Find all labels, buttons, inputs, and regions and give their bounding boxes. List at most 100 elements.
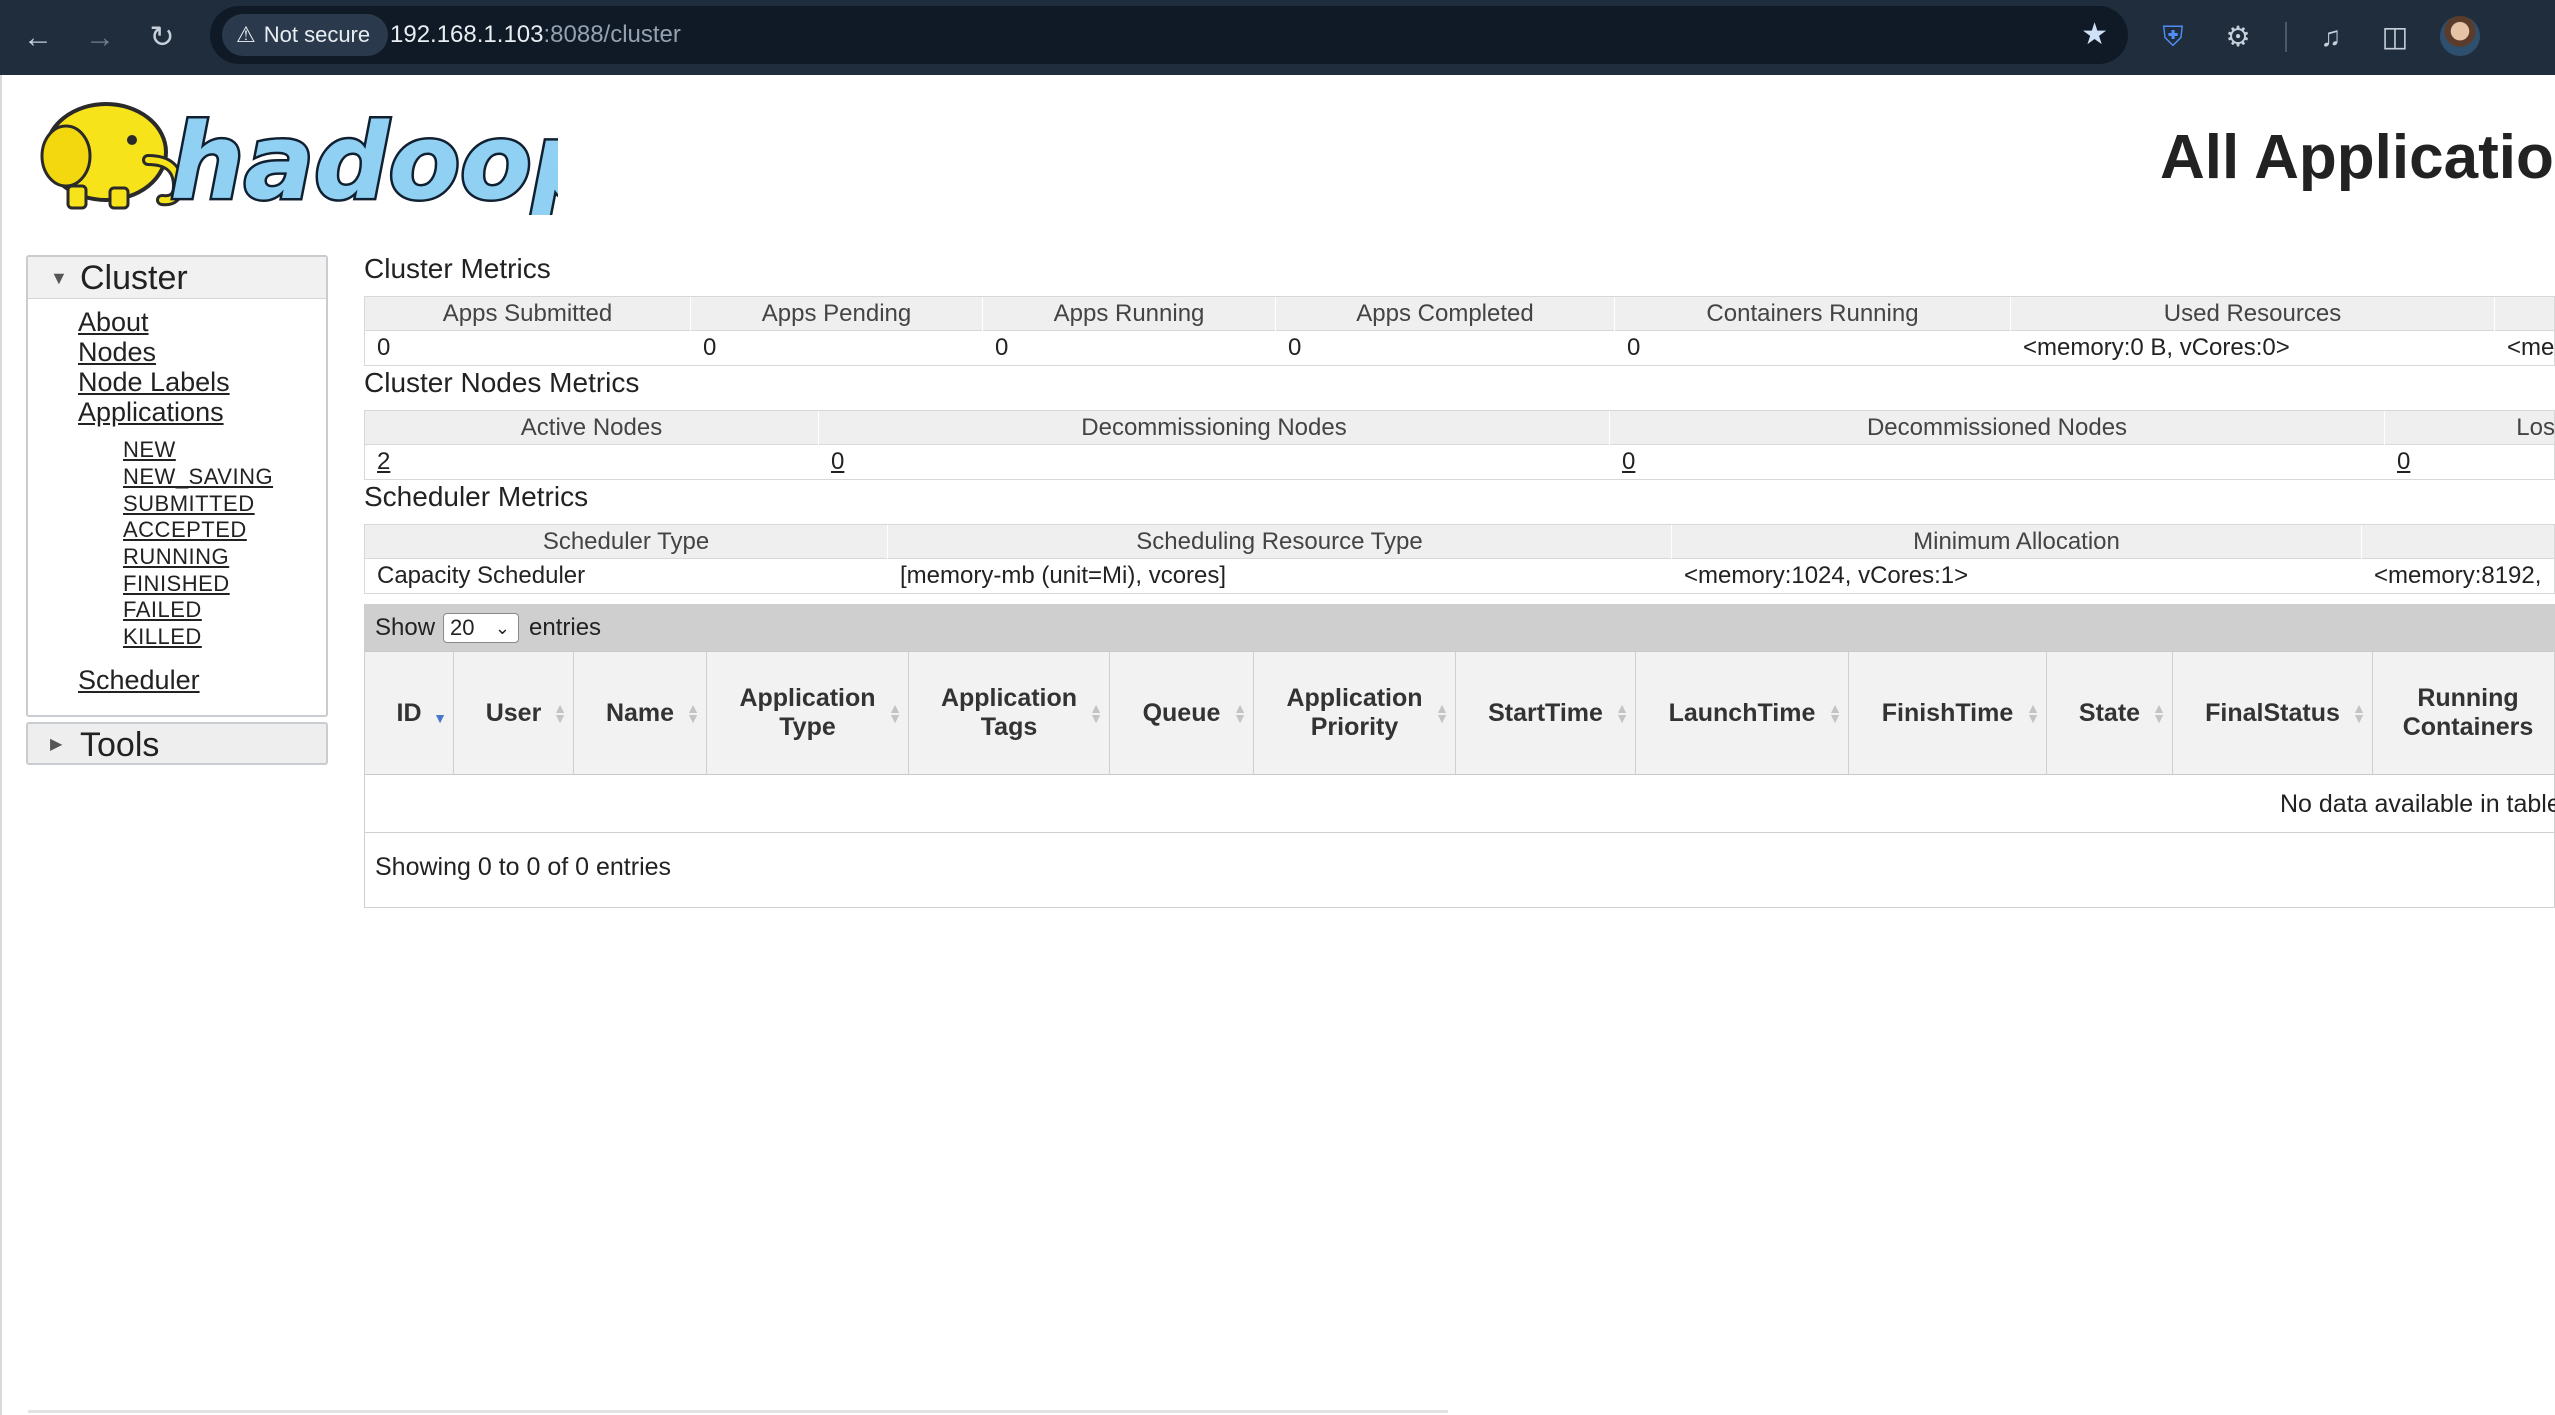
show-label: Show [375,614,436,641]
sidebar-state-submitted[interactable]: SUBMITTED [123,491,255,517]
column-label-state: State [2078,698,2141,727]
sidebar-state-killed[interactable]: KILLED [123,624,202,650]
sidebar-state-new-saving[interactable]: NEW_SAVING [123,464,273,490]
page-title: All Applications [2160,123,2555,192]
column-header-application-type[interactable]: Application Type ▲ ▼ [707,652,909,774]
value-minimum-allocation: <memory:1024, vCores:1> [1684,562,1969,589]
value-lost-nodes-link[interactable]: 0 [2385,445,2555,479]
applications-table-header: ID ▼ User ▲ ▼ Name ▲ ▼ Application Type ▲ ▼ App… [365,651,2554,775]
sidebar-link-scheduler[interactable]: Scheduler [78,665,200,696]
forward-arrow-icon[interactable]: → [76,14,124,62]
sidebar-state-new[interactable]: NEW [123,437,176,463]
column-header-starttime[interactable]: StartTime ▲ ▼ [1456,652,1636,774]
cluster-metrics-title: Cluster Metrics [364,253,551,284]
hadoop-logo[interactable]: hadoop [28,90,558,215]
cluster-metrics-value-row: 0 0 0 0 0 <memory:0 B, vCores:0> <me [365,331,2554,365]
page-border [0,75,2,1415]
cluster-nodes-metrics-title: Cluster Nodes Metrics [364,367,640,398]
header-minimum-allocation[interactable]: Minimum Allocation [1672,525,2362,559]
side-panel-icon[interactable]: ◫ [2372,14,2418,60]
sidebar-link-nodes[interactable]: Nodes [78,337,156,368]
value-clipped: <me [2507,334,2555,361]
header-apps-completed[interactable]: Apps Completed [1276,297,1615,331]
header-apps-pending[interactable]: Apps Pending [691,297,983,331]
scheduler-header-row: Scheduler Type Scheduling Resource Type … [365,525,2554,559]
horizontal-scrollbar[interactable] [28,1410,1448,1413]
sidebar-state-accepted[interactable]: ACCEPTED [123,517,247,543]
toolbar-separator [2285,22,2287,52]
column-header-launchtime[interactable]: LaunchTime ▲ ▼ [1636,652,1849,774]
profile-avatar[interactable] [2440,16,2480,56]
column-header-id[interactable]: ID ▼ [365,652,454,774]
sort-icon: ▲ ▼ [1435,700,1449,726]
table-length-toolbar: Show 20 ⌄ entries [365,605,2554,651]
url-path: :8088/cluster [543,21,681,48]
sort-icon: ▲ ▼ [2152,700,2166,726]
tools-panel[interactable]: ▶ Tools [26,722,328,765]
extensions-puzzle-icon[interactable]: ⚙ [2215,14,2261,60]
column-header-user[interactable]: User ▲ ▼ [454,652,574,774]
column-header-finalstatus[interactable]: FinalStatus ▲ ▼ [2173,652,2373,774]
column-header-application-tags[interactable]: Application Tags ▲ ▼ [909,652,1110,774]
header-apps-submitted[interactable]: Apps Submitted [365,297,691,331]
value-containers-running: 0 [1627,334,1641,361]
scheduler-metrics-table: Scheduler Type Scheduling Resource Type … [364,524,2555,594]
sidebar-state-failed[interactable]: FAILED [123,597,202,623]
header-lost-nodes[interactable]: Los [2385,411,2555,445]
sidebar-link-node-labels[interactable]: Node Labels [78,367,230,398]
header-maximum-allocation[interactable] [2362,525,2555,559]
sort-icon: ▲ ▼ [1828,700,1842,726]
column-header-state[interactable]: State ▲ ▼ [2047,652,2173,774]
entries-select[interactable]: 20 ⌄ [443,613,519,643]
address-bar[interactable]: ⚠ Not secure 192.168.1.103:8088/cluster ★ [210,6,2128,64]
shield-extension-icon[interactable]: ⛨ [2150,14,2196,60]
warning-icon: ⚠ [236,22,256,47]
header-used-resources[interactable]: Used Resources [2011,297,2495,331]
header-containers-running[interactable]: Containers Running [1615,297,2011,331]
tools-label: Tools [80,726,160,764]
header-active-nodes[interactable]: Active Nodes [365,411,819,445]
header-apps-running[interactable]: Apps Running [983,297,1276,331]
entries-label: entries [529,614,602,641]
reload-icon[interactable]: ↻ [138,14,186,62]
header-decommissioning-nodes[interactable]: Decommissioning Nodes [819,411,1610,445]
column-label-id: ID [396,698,422,727]
value-active-nodes-link[interactable]: 2 [365,445,819,479]
media-controls-icon[interactable]: ♫ [2308,14,2354,60]
value-decommissioning-nodes-link[interactable]: 0 [819,445,1610,479]
bookmark-star-icon[interactable]: ★ [2081,6,2108,64]
column-header-running-containers[interactable]: Running Containers [2373,652,2555,774]
sidebar-state-running[interactable]: RUNNING [123,544,229,570]
column-label-application-type: Application Type [739,684,876,741]
value-decommissioned-nodes-link[interactable]: 0 [1610,445,2385,479]
security-label: Not secure [263,22,371,47]
security-chip[interactable]: ⚠ Not secure [222,14,389,56]
value-apps-running: 0 [995,334,1009,361]
cluster-panel: ▼ Cluster About Nodes Node Labels Applic… [26,255,328,717]
tools-panel-header[interactable]: ▶ Tools [28,724,326,766]
back-arrow-icon[interactable]: ← [14,14,62,62]
value-maximum-allocation: <memory:8192, [2374,562,2542,589]
header-scheduler-type[interactable]: Scheduler Type [365,525,888,559]
value-scheduler-type: Capacity Scheduler [377,562,586,589]
sidebar-link-applications[interactable]: Applications [78,397,224,428]
cluster-panel-header[interactable]: ▼ Cluster [28,257,326,299]
column-header-queue[interactable]: Queue ▲ ▼ [1110,652,1254,774]
column-header-name[interactable]: Name ▲ ▼ [574,652,707,774]
header-scheduling-resource-type[interactable]: Scheduling Resource Type [888,525,1672,559]
value-scheduling-resource-type: [memory-mb (unit=Mi), vcores] [900,562,1227,589]
sort-icon: ▲ ▼ [686,700,700,726]
sidebar-link-about[interactable]: About [78,307,149,338]
header-decommissioned-nodes[interactable]: Decommissioned Nodes [1610,411,2385,445]
value-apps-completed: 0 [1288,334,1302,361]
column-label-user: User [485,698,542,727]
header-clipped[interactable] [2495,297,2555,331]
chevron-down-icon: ⌄ [494,618,510,638]
sidebar-state-finished[interactable]: FINISHED [123,571,230,597]
sort-icon: ▲ ▼ [1233,700,1247,726]
url-text[interactable]: 192.168.1.103:8088/cluster [390,6,681,64]
cluster-nodes-metrics-table: Active Nodes Decommissioning Nodes Decom… [364,410,2555,480]
column-header-application-priority[interactable]: Application Priority ▲ ▼ [1254,652,1456,774]
column-header-finishtime[interactable]: FinishTime ▲ ▼ [1849,652,2047,774]
sort-icon: ▲ ▼ [1615,700,1629,726]
